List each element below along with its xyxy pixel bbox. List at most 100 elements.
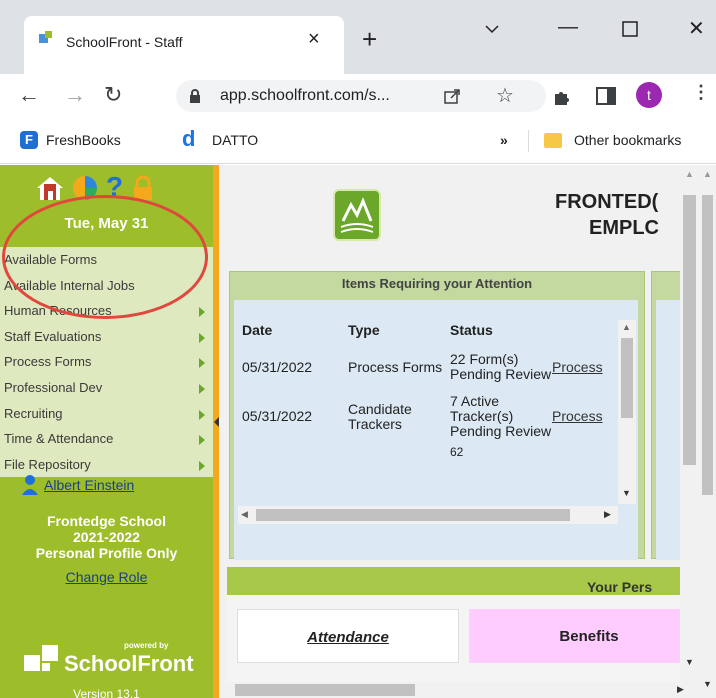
scroll-right-arrow-icon[interactable]: ▶ bbox=[677, 684, 684, 695]
column-header-action bbox=[552, 322, 622, 346]
bookmarks-overflow-button[interactable]: » bbox=[500, 132, 508, 148]
bookmark-freshbooks[interactable]: FreshBooks bbox=[46, 132, 121, 148]
profile-avatar[interactable]: t bbox=[636, 82, 662, 108]
table-header-row: Date Type Status bbox=[242, 322, 622, 346]
minimize-button[interactable]: — bbox=[558, 16, 578, 39]
datto-icon: d bbox=[182, 126, 196, 151]
forward-button[interactable]: → bbox=[64, 82, 86, 108]
table-row: 05/31/2022 Process Forms 22 Form(s) Pend… bbox=[242, 346, 622, 388]
schoolfront-logo-icon bbox=[24, 645, 58, 671]
reload-button[interactable]: ↻ bbox=[104, 82, 122, 108]
browser-tab[interactable]: SchoolFront - Staff × bbox=[24, 16, 344, 74]
browser-menu-icon[interactable]: ⋮ bbox=[692, 82, 710, 103]
profile-type: Personal Profile Only bbox=[35, 545, 178, 561]
folder-icon bbox=[544, 133, 562, 148]
table-horizontal-scrollbar[interactable]: ◀ ▶ bbox=[238, 506, 618, 524]
url-text: app.schoolfront.com/s... bbox=[220, 87, 390, 104]
app-logo bbox=[333, 189, 381, 241]
menu-label: Recruiting bbox=[4, 405, 63, 421]
table-vertical-scrollbar[interactable]: ▲ ▼ bbox=[618, 320, 636, 504]
user-icon bbox=[22, 475, 38, 495]
bookmark-star-icon[interactable]: ☆ bbox=[496, 83, 514, 108]
tab-attendance[interactable]: Attendance bbox=[237, 609, 459, 663]
user-name-link[interactable]: Albert Einstein bbox=[22, 475, 135, 495]
share-icon[interactable] bbox=[444, 88, 462, 104]
tab-label: Attendance bbox=[307, 629, 389, 646]
menu-label: File Repository bbox=[4, 456, 91, 472]
menu-item-file-repository[interactable]: File Repository bbox=[0, 452, 213, 478]
version-text: Version 13.1 bbox=[73, 687, 140, 698]
bookmarks-divider bbox=[528, 130, 529, 152]
menu-item-professional-dev[interactable]: Professional Dev bbox=[0, 375, 213, 401]
page-heading-line2: EMPLC bbox=[589, 217, 659, 239]
scroll-down-arrow-icon[interactable]: ▼ bbox=[622, 488, 631, 498]
school-info: Frontedge School 2021-2022 Personal Prof… bbox=[0, 513, 213, 561]
menu-item-staff-evaluations[interactable]: Staff Evaluations bbox=[0, 324, 213, 350]
attention-card: Items Requiring your Attention Date Type… bbox=[229, 271, 645, 560]
powered-by-text: powered by bbox=[124, 641, 169, 650]
scroll-up-arrow-icon[interactable]: ▲ bbox=[622, 322, 631, 332]
page-vertical-scrollbar[interactable]: ▲ ▼ bbox=[680, 165, 699, 682]
row-date: 05/31/2022 bbox=[242, 408, 313, 424]
red-highlight-circle bbox=[2, 195, 208, 319]
row-type: Process Forms bbox=[348, 358, 443, 375]
scroll-up-arrow-icon[interactable]: ▲ bbox=[703, 169, 712, 179]
home-icon[interactable] bbox=[36, 175, 64, 201]
scroll-up-arrow-icon[interactable]: ▲ bbox=[685, 169, 694, 179]
column-header-type: Type bbox=[348, 322, 380, 338]
column-header-status: Status bbox=[450, 322, 493, 338]
school-year: 2021-2022 bbox=[73, 529, 140, 545]
scroll-thumb[interactable] bbox=[702, 195, 713, 495]
extensions-puzzle-icon[interactable] bbox=[552, 87, 572, 107]
menu-item-process-forms[interactable]: Process Forms bbox=[0, 349, 213, 375]
other-bookmarks[interactable]: Other bookmarks bbox=[574, 132, 681, 148]
freshbooks-icon: F bbox=[20, 131, 38, 149]
scroll-down-arrow-icon[interactable]: ▼ bbox=[685, 657, 694, 667]
scroll-left-arrow-icon[interactable]: ◀ bbox=[241, 509, 248, 520]
scroll-right-arrow-icon[interactable]: ▶ bbox=[604, 509, 611, 520]
scroll-thumb[interactable] bbox=[683, 195, 696, 465]
back-button[interactable]: ← bbox=[18, 82, 40, 108]
menu-label: Professional Dev bbox=[4, 379, 103, 395]
scroll-thumb[interactable] bbox=[256, 509, 570, 521]
menu-item-time-attendance[interactable]: Time & Attendance bbox=[0, 426, 213, 452]
change-role-link[interactable]: Change Role bbox=[0, 569, 213, 585]
scroll-thumb[interactable] bbox=[235, 684, 415, 696]
browser-toolbar: ← → ↻ app.schoolfront.com/s... ☆ t ⋮ bbox=[0, 74, 716, 120]
side-panel-icon[interactable] bbox=[596, 87, 616, 105]
row-type: Candidate Trackers bbox=[348, 400, 412, 432]
submenu-arrow-icon bbox=[199, 307, 205, 318]
attention-card-title: Items Requiring your Attention bbox=[341, 276, 533, 291]
menu-item-recruiting[interactable]: Recruiting bbox=[0, 401, 213, 427]
process-link[interactable]: Process bbox=[552, 408, 603, 424]
close-tab-icon[interactable]: × bbox=[308, 28, 320, 51]
tab-search-chevron-icon[interactable] bbox=[484, 18, 500, 41]
scroll-down-arrow-icon[interactable]: ▼ bbox=[703, 679, 712, 689]
process-link[interactable]: Process bbox=[552, 359, 603, 375]
page-heading-line1: FRONTED( bbox=[555, 191, 659, 213]
bookmark-datto[interactable]: DATTO bbox=[212, 132, 258, 148]
brand-name: SchoolFront bbox=[64, 651, 194, 676]
row-status: 7 Active Tracker(s) Pending Review bbox=[450, 393, 552, 439]
row-status-partial: 62 bbox=[450, 445, 464, 457]
new-tab-button[interactable]: + bbox=[362, 26, 377, 52]
window-vertical-scrollbar[interactable]: ▲ ▼ bbox=[699, 165, 716, 698]
lock-icon bbox=[190, 89, 200, 103]
close-window-button[interactable]: ✕ bbox=[688, 16, 705, 41]
school-name: Frontedge School bbox=[47, 513, 166, 529]
browser-window: SchoolFront - Staff × + — ✕ ← → ↻ app.sc… bbox=[0, 0, 716, 698]
column-header-date: Date bbox=[242, 322, 273, 338]
address-bar[interactable]: app.schoolfront.com/s... ☆ bbox=[176, 80, 546, 112]
user-name: Albert Einstein bbox=[44, 477, 135, 493]
bookmarks-bar: F FreshBooks d DATTO » Other bookmarks bbox=[0, 120, 716, 164]
scroll-thumb[interactable] bbox=[621, 338, 633, 418]
personal-section-body: Attendance Benefits bbox=[227, 595, 699, 685]
maximize-button[interactable] bbox=[622, 20, 638, 43]
table-row: 62 bbox=[242, 445, 622, 457]
tab-benefits[interactable]: Benefits bbox=[469, 609, 699, 663]
mountain-icon bbox=[340, 197, 374, 233]
menu-label: Process Forms bbox=[4, 354, 92, 370]
title-bar: SchoolFront - Staff × + — ✕ bbox=[0, 0, 716, 74]
page-horizontal-scrollbar[interactable]: ▶ bbox=[219, 682, 699, 698]
tab-title: SchoolFront - Staff bbox=[66, 34, 183, 50]
